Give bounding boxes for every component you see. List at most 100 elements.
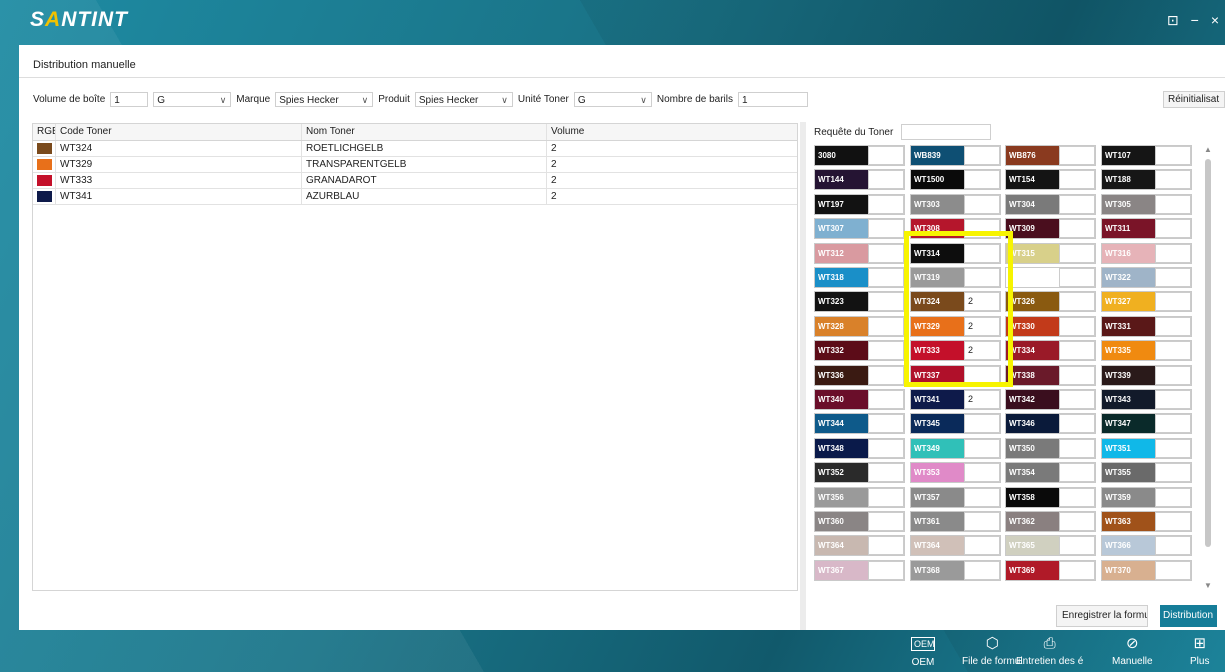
toner-cell-quantity[interactable] [1059,390,1095,409]
toner-cell[interactable]: WT320 [1005,267,1096,288]
toner-cell-quantity[interactable] [964,170,1000,189]
toner-cell-quantity[interactable] [1155,536,1191,555]
toner-cell[interactable]: WT1500 [910,169,1001,190]
toner-cell-quantity[interactable] [1059,463,1095,482]
toner-query-input[interactable] [901,124,991,140]
toner-cell-quantity[interactable] [1059,512,1095,531]
toner-cell[interactable]: WT367 [814,560,905,581]
toner-cell-quantity[interactable] [964,195,1000,214]
toner-cell-quantity[interactable] [868,268,904,287]
toner-cell-quantity[interactable] [1155,146,1191,165]
toner-cell[interactable]: WT357 [910,487,1001,508]
toner-cell[interactable]: WT358 [1005,487,1096,508]
toner-cell-quantity[interactable] [868,219,904,238]
toner-cell-quantity[interactable] [868,512,904,531]
toner-cell[interactable]: WT355 [1101,462,1192,483]
toner-cell[interactable]: WT327 [1101,291,1192,312]
toner-cell-quantity[interactable] [964,536,1000,555]
toner-cell[interactable]: WT350 [1005,438,1096,459]
product-select[interactable]: Spies Hecker ∨ [414,92,513,107]
toner-cell[interactable]: WT347 [1101,413,1192,434]
toner-cell[interactable]: WT344 [814,413,905,434]
toner-cell[interactable]: WT312 [814,243,905,264]
toner-cell[interactable]: WT356 [814,487,905,508]
toner-cell-quantity[interactable] [868,244,904,263]
toner-cell[interactable]: WT352 [814,462,905,483]
toner-cell[interactable]: WT318 [814,267,905,288]
toner-cell[interactable]: WB839 [910,145,1001,166]
toner-cell[interactable]: WT154 [1005,169,1096,190]
toner-cell[interactable]: WT364 [814,535,905,556]
close-button[interactable]: × [1211,12,1219,29]
toner-cell[interactable]: WT360 [814,511,905,532]
toner-cell-quantity[interactable] [1155,463,1191,482]
toner-cell-quantity[interactable] [1059,439,1095,458]
table-row[interactable]: WT341 AZURBLAU 2 [33,189,797,205]
toner-cell[interactable]: WT332 [814,340,905,361]
toner-cell-quantity[interactable] [868,414,904,433]
toner-cell-quantity[interactable] [1155,366,1191,385]
toner-cell[interactable]: WT359 [1101,487,1192,508]
toner-cell-quantity[interactable] [964,439,1000,458]
toner-cell[interactable]: WT345 [910,413,1001,434]
toner-cell-quantity[interactable] [1155,268,1191,287]
toner-cell-quantity[interactable] [868,170,904,189]
toner-cell[interactable]: WT322 [1101,267,1192,288]
toner-cell-quantity[interactable] [964,488,1000,507]
toner-cell[interactable]: WT342 [1005,389,1096,410]
toner-cell[interactable]: WT326 [1005,291,1096,312]
box-volume-input[interactable]: 1 [110,92,149,107]
toner-cell-quantity[interactable] [868,146,904,165]
brand-select[interactable]: Spies Hecker ∨ [275,92,374,107]
toner-cell-quantity[interactable] [868,561,904,580]
toner-cell[interactable]: WT144 [814,169,905,190]
toner-cell-quantity[interactable] [1059,170,1095,189]
toner-cell[interactable]: WT361 [910,511,1001,532]
save-formula-button[interactable]: Enregistrer la formu [1056,605,1148,627]
toner-cell-quantity[interactable] [1155,414,1191,433]
toner-cell-quantity[interactable] [1059,561,1095,580]
toner-cell[interactable]: WT197 [814,194,905,215]
toner-cell-quantity[interactable] [868,536,904,555]
minimize-button[interactable]: − [1191,12,1199,29]
toner-cell-quantity[interactable] [868,341,904,360]
toner-cell-quantity[interactable] [1059,292,1095,311]
nav-formula-file[interactable]: ⬡ File de formul [962,635,1023,667]
toner-cell[interactable]: WT354 [1005,462,1096,483]
toner-cell-quantity[interactable] [964,463,1000,482]
toner-cell-quantity[interactable] [868,390,904,409]
toner-cell-quantity[interactable] [868,488,904,507]
toner-cell-quantity[interactable] [868,292,904,311]
toner-cell[interactable]: 3080 [814,145,905,166]
toner-cell-quantity[interactable] [964,561,1000,580]
toner-cell[interactable]: WT311 [1101,218,1192,239]
toner-cell[interactable]: WB876 [1005,145,1096,166]
toner-unit-select[interactable]: G ∨ [573,92,652,107]
toner-cell[interactable]: WT363 [1101,511,1192,532]
toner-cell-quantity[interactable] [1155,341,1191,360]
toner-cell-quantity[interactable] [1155,292,1191,311]
toner-cell-quantity[interactable] [1059,366,1095,385]
scroll-down-icon[interactable]: ▼ [1204,581,1212,590]
toner-cell-quantity[interactable] [964,512,1000,531]
toner-cell-quantity[interactable] [868,195,904,214]
nav-manual[interactable]: ⊘ Manuelle [1112,635,1153,667]
toner-cell-quantity[interactable] [1059,536,1095,555]
toner-cell[interactable]: WT305 [1101,194,1192,215]
toner-cell[interactable]: WT307 [814,218,905,239]
toner-cell-quantity[interactable] [1059,317,1095,336]
toner-cell[interactable]: WT107 [1101,145,1192,166]
toner-cell-quantity[interactable] [1059,146,1095,165]
toner-cell[interactable]: WT349 [910,438,1001,459]
toner-cell[interactable]: WT370 [1101,560,1192,581]
scroll-up-icon[interactable]: ▲ [1204,145,1212,154]
table-row[interactable]: WT333 GRANADAROT 2 [33,173,797,189]
unit-select[interactable]: G ∨ [153,92,232,107]
toner-cell[interactable]: WT368 [910,560,1001,581]
toner-cell-quantity[interactable] [1155,170,1191,189]
toner-cell[interactable]: WT328 [814,316,905,337]
toner-cell[interactable]: WT331 [1101,316,1192,337]
toner-cell-quantity[interactable] [964,414,1000,433]
toner-cell-quantity[interactable] [1059,219,1095,238]
toner-grid-scrollbar[interactable]: ▲ ▼ [1201,145,1216,590]
